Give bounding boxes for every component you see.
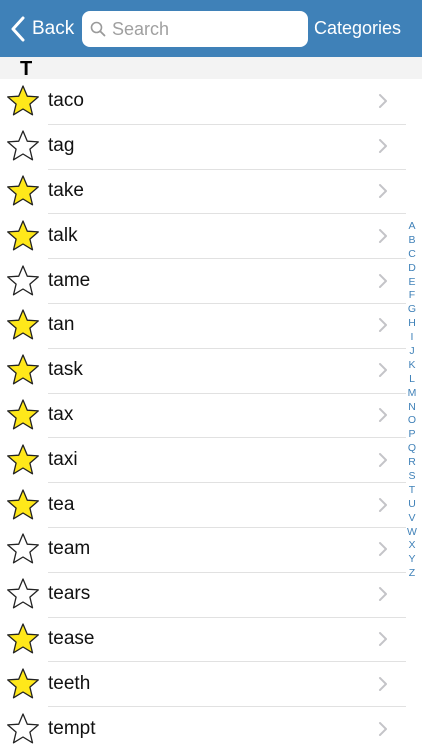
star-outline-icon[interactable] [0,532,48,566]
word-label: tears [48,583,91,605]
index-letter[interactable]: P [408,428,415,442]
index-letter[interactable]: V [408,512,415,526]
list-item[interactable]: tempt [0,706,406,750]
list-item[interactable]: taxi [0,437,406,484]
star-filled-icon[interactable] [0,353,48,387]
star-filled-icon[interactable] [0,219,48,253]
index-letter[interactable]: H [408,317,416,331]
categories-button[interactable]: Categories [314,18,401,39]
index-letter[interactable]: N [408,401,416,415]
index-letter[interactable]: Y [408,553,415,567]
index-letter[interactable]: I [411,331,414,345]
section-header: T [0,57,422,80]
word-label: tease [48,627,95,649]
index-letter[interactable]: O [408,414,416,428]
index-letter[interactable]: J [409,345,414,359]
index-letter[interactable]: B [408,234,415,248]
word-label: tea [48,493,75,515]
word-label: tax [48,403,74,425]
star-outline-icon[interactable] [0,577,48,611]
list-item[interactable]: tax [0,393,406,439]
word-label: take [48,179,84,201]
index-letter[interactable]: L [409,373,415,387]
list-item[interactable]: tears [0,572,406,618]
star-filled-icon[interactable] [0,174,48,208]
word-label: tag [48,135,75,157]
index-letter[interactable]: C [408,248,416,262]
list-item[interactable]: tan [0,303,406,349]
navigation-bar: Back Categories [0,0,422,57]
back-button[interactable]: Back [10,14,74,44]
index-letter[interactable]: R [408,456,416,470]
word-label: taco [48,90,84,112]
star-outline-icon[interactable] [0,712,48,746]
index-letter[interactable]: Q [408,442,416,456]
alphabet-index[interactable]: ABCDEFGHIJKLMNOPQRSTUVWXYZ [405,220,419,581]
star-filled-icon[interactable] [0,488,48,522]
word-label: task [48,359,83,381]
list-item[interactable]: tea [0,482,406,528]
word-label: team [48,538,91,560]
word-label: tame [48,269,91,291]
list-item[interactable]: taco [0,79,406,125]
word-label: tan [48,314,75,336]
index-letter[interactable]: U [408,498,416,512]
list-item[interactable]: teeth [0,661,406,708]
star-outline-icon[interactable] [0,129,48,163]
list-item[interactable]: talk [0,213,406,260]
list-item[interactable]: task [0,348,406,394]
star-filled-icon[interactable] [0,398,48,432]
index-letter[interactable]: A [408,220,415,234]
index-letter[interactable]: W [407,526,417,540]
word-label: tempt [48,717,96,739]
star-filled-icon[interactable] [0,622,48,656]
list-item[interactable]: tease [0,617,406,663]
list-item[interactable]: tame [0,258,406,304]
index-letter[interactable]: G [408,303,416,317]
star-filled-icon[interactable] [0,308,48,342]
list-item[interactable]: take [0,169,406,215]
star-outline-icon[interactable] [0,264,48,298]
search-input[interactable] [112,18,292,40]
index-letter[interactable]: T [409,484,415,498]
index-letter[interactable]: D [408,262,416,276]
star-filled-icon[interactable] [0,84,48,118]
word-list: taco tag take talk tame tan task tax taxi tea team… [0,79,406,750]
index-letter[interactable]: M [408,387,417,401]
back-label: Back [32,18,75,39]
word-label: talk [48,224,78,246]
index-letter[interactable]: Z [409,567,415,581]
index-letter[interactable]: S [408,470,415,484]
index-letter[interactable]: K [408,359,415,373]
chevron-left-icon [11,16,25,42]
word-label: teeth [48,672,91,694]
search-field[interactable] [82,11,308,47]
word-label: taxi [48,448,78,470]
star-filled-icon[interactable] [0,443,48,477]
star-filled-icon[interactable] [0,667,48,701]
list-item[interactable]: tag [0,124,406,170]
index-letter[interactable]: F [409,289,415,303]
index-letter[interactable]: E [408,276,415,290]
list-item[interactable]: team [0,527,406,573]
index-letter[interactable]: X [408,539,415,553]
search-icon [90,21,106,37]
